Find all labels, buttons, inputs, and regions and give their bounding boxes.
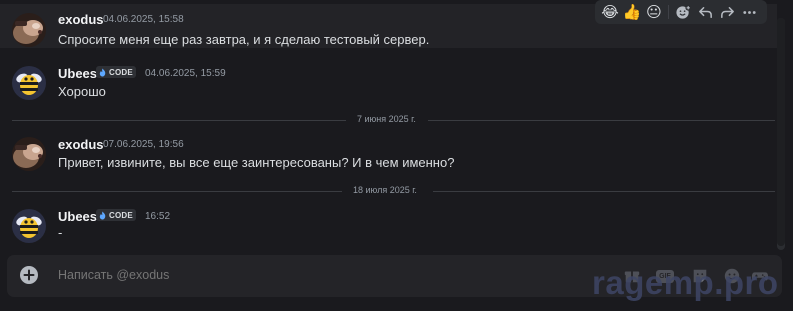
date-divider-label: 18 июля 2025 г. bbox=[353, 185, 417, 195]
role-tag[interactable]: CODE bbox=[96, 209, 136, 221]
bee-avatar-image bbox=[12, 209, 46, 243]
more-button[interactable] bbox=[738, 1, 760, 23]
reaction-neutral-emoji: 😐 bbox=[646, 3, 662, 21]
message-timestamp: 04.06.2025, 15:59 bbox=[145, 68, 226, 79]
date-divider: 7 июня 2025 г. bbox=[12, 114, 775, 126]
reply-button[interactable] bbox=[694, 1, 716, 23]
role-tag-label: CODE bbox=[109, 67, 133, 77]
message-timestamp: 16:52 bbox=[145, 211, 171, 222]
cat-avatar-image bbox=[12, 13, 46, 47]
message-input[interactable] bbox=[58, 268, 558, 282]
message-author[interactable]: Ubees bbox=[58, 209, 97, 224]
chat-view: exodus 04.06.2025, 15:58 Спросите меня е… bbox=[0, 0, 793, 311]
message-author[interactable]: Ubees bbox=[58, 66, 97, 81]
message-text: - bbox=[58, 225, 63, 240]
message-text: Привет, извините, вы все еще заинтересов… bbox=[58, 155, 455, 170]
avatar[interactable] bbox=[12, 137, 46, 171]
avatar[interactable] bbox=[12, 209, 46, 243]
message-author[interactable]: exodus bbox=[58, 137, 104, 152]
forward-button[interactable] bbox=[716, 1, 738, 23]
message-text: Хорошо bbox=[58, 84, 106, 99]
message-timestamp: 07.06.2025, 19:56 bbox=[103, 139, 184, 150]
upload-button[interactable] bbox=[20, 266, 38, 284]
add-reaction-button[interactable] bbox=[672, 1, 694, 23]
reaction-thumbs-up-button[interactable]: 👍 bbox=[621, 1, 643, 23]
more-icon bbox=[742, 10, 756, 14]
reaction-thumbs-up-emoji: 👍 bbox=[622, 3, 642, 21]
cat-avatar-image bbox=[12, 137, 46, 171]
reaction-neutral-button[interactable]: 😐 bbox=[643, 1, 665, 23]
tag-flame-icon bbox=[99, 210, 106, 220]
message-actions-toolbar: 😂 👍 😐 bbox=[595, 0, 767, 24]
toolbar-separator bbox=[668, 5, 669, 19]
add-reaction-icon bbox=[675, 4, 691, 19]
date-divider-label: 7 июня 2025 г. bbox=[357, 114, 416, 124]
bee-avatar-image bbox=[12, 66, 46, 100]
message-text: Спросите меня еще раз завтра, и я сделаю… bbox=[58, 32, 430, 47]
reaction-laugh-emoji: 😂 bbox=[601, 3, 619, 21]
watermark-text: ragemp.pro bbox=[592, 264, 779, 301]
avatar[interactable] bbox=[12, 13, 46, 47]
message-author[interactable]: exodus bbox=[58, 12, 104, 27]
reaction-laugh-button[interactable]: 😂 bbox=[599, 1, 621, 23]
role-tag-label: CODE bbox=[109, 210, 133, 220]
plus-icon bbox=[23, 269, 35, 281]
scrollbar-thumb[interactable] bbox=[777, 18, 785, 246]
message-timestamp: 04.06.2025, 15:58 bbox=[103, 14, 184, 25]
date-divider: 18 июля 2025 г. bbox=[12, 185, 775, 197]
forward-icon bbox=[720, 6, 734, 18]
reply-icon bbox=[698, 6, 712, 18]
role-tag[interactable]: CODE bbox=[96, 66, 136, 78]
tag-flame-icon bbox=[99, 67, 106, 77]
avatar[interactable] bbox=[12, 66, 46, 100]
